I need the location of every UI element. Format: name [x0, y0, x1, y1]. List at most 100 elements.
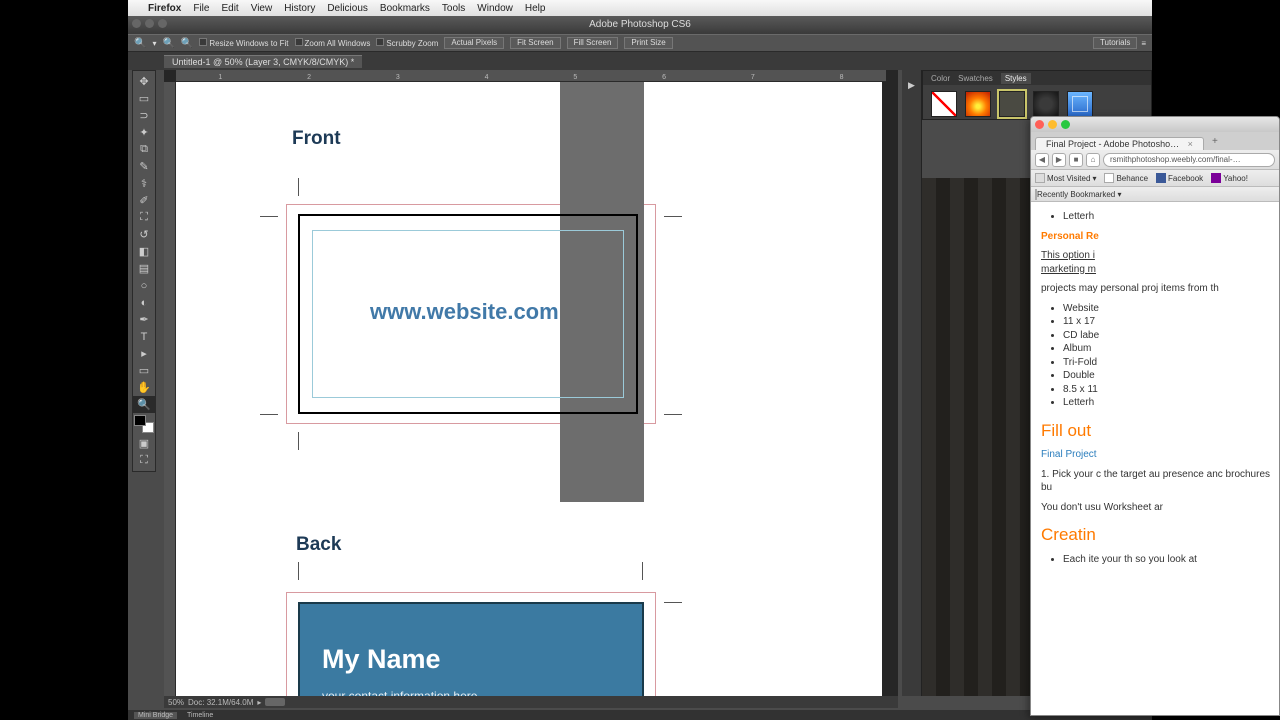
- menu-view[interactable]: View: [251, 3, 273, 14]
- path-select-tool-icon[interactable]: ▸: [133, 345, 155, 362]
- document-tab[interactable]: Untitled-1 @ 50% (Layer 3, CMYK/8/CMYK) …: [164, 55, 362, 68]
- expand-panel-icon[interactable]: ▶: [902, 80, 921, 91]
- crop-tool-icon[interactable]: ⧉: [133, 141, 155, 158]
- personal-heading: Personal Re: [1041, 231, 1099, 242]
- window-title: Adobe Photoshop CS6: [589, 19, 691, 30]
- screenmode-icon[interactable]: ⛶: [133, 452, 155, 469]
- wand-tool-icon[interactable]: ✦: [133, 124, 155, 141]
- color-swatches[interactable]: [134, 415, 154, 433]
- zoom-in-icon[interactable]: 🔍: [162, 38, 174, 49]
- bookmark-most-visited[interactable]: Most Visited ▾: [1035, 173, 1096, 183]
- tab-color[interactable]: Color: [931, 74, 950, 83]
- minimize-icon[interactable]: [145, 19, 154, 28]
- bookmark-yahoo[interactable]: Yahoo!: [1211, 173, 1248, 183]
- bookmark-behance[interactable]: Behance: [1104, 173, 1148, 183]
- style-fire[interactable]: [965, 91, 991, 117]
- zoom-all-checkbox[interactable]: [295, 38, 303, 46]
- quickmask-icon[interactable]: ▣: [133, 435, 155, 452]
- mini-bridge-tab[interactable]: Mini Bridge: [134, 712, 177, 719]
- foreground-color-swatch[interactable]: [134, 415, 146, 426]
- options-menu-icon[interactable]: ≡: [1141, 39, 1146, 48]
- resize-windows-checkbox[interactable]: [199, 38, 207, 46]
- menu-bookmarks[interactable]: Bookmarks: [380, 3, 430, 14]
- lasso-tool-icon[interactable]: ⊃: [133, 107, 155, 124]
- style-vignette[interactable]: [1033, 91, 1059, 117]
- bookmarks-toolbar-2: Recently Bookmarked ▾: [1031, 187, 1279, 202]
- history-brush-tool-icon[interactable]: ↺: [133, 226, 155, 243]
- tab-title: Final Project - Adobe Photosho…: [1046, 139, 1179, 149]
- back-button[interactable]: ◀: [1035, 153, 1049, 167]
- hand-tool-icon[interactable]: ✋: [133, 379, 155, 396]
- body-text: 1. Pick your c the target au presence an…: [1041, 468, 1279, 495]
- shape-tool-icon[interactable]: ▭: [133, 362, 155, 379]
- menu-file[interactable]: File: [193, 3, 209, 14]
- menu-help[interactable]: Help: [525, 3, 546, 14]
- style-selected[interactable]: [999, 91, 1025, 117]
- forward-button[interactable]: ▶: [1052, 153, 1066, 167]
- ruler-mark: 1: [218, 74, 222, 81]
- style-sky[interactable]: [1067, 91, 1093, 117]
- new-tab-button[interactable]: +: [1208, 136, 1222, 150]
- fill-screen-button[interactable]: Fill Screen: [567, 37, 619, 49]
- canvas-area[interactable]: Front Back www.website.com: [176, 82, 886, 696]
- zoom-level[interactable]: 50%: [168, 698, 184, 707]
- marquee-tool-icon[interactable]: ▭: [133, 90, 155, 107]
- scrubby-checkbox[interactable]: [376, 38, 384, 46]
- url-input[interactable]: rsmithphotoshop.weebly.com/final-…: [1103, 153, 1275, 167]
- menu-tools[interactable]: Tools: [442, 3, 465, 14]
- canvas-wrapper: 1 2 3 4 5 6 7 8 Front Back: [164, 70, 898, 696]
- zoom-tool-icon[interactable]: 🔍: [134, 38, 146, 49]
- close-icon[interactable]: [1035, 120, 1044, 129]
- eraser-tool-icon[interactable]: ◧: [133, 243, 155, 260]
- firefox-page-content[interactable]: Letterh Personal Re This option imarketi…: [1031, 202, 1279, 715]
- creating-heading: Creatin: [1041, 524, 1279, 547]
- timeline-tab[interactable]: Timeline: [187, 712, 213, 719]
- list-item: Letterh: [1063, 210, 1279, 224]
- artboard[interactable]: Front Back www.website.com: [176, 82, 882, 696]
- bookmark-facebook[interactable]: Facebook: [1156, 173, 1203, 183]
- reload-button[interactable]: ■: [1069, 153, 1083, 167]
- back-label: Back: [296, 534, 341, 556]
- dodge-tool-icon[interactable]: ◐: [133, 294, 155, 311]
- doc-size-status: Doc: 32.1M/64.0M: [188, 698, 253, 707]
- minimize-icon[interactable]: [1048, 120, 1057, 129]
- tab-close-icon[interactable]: ×: [1188, 139, 1193, 149]
- zoom-out-icon[interactable]: 🔍: [181, 38, 193, 49]
- active-app-name[interactable]: Firefox: [148, 3, 181, 14]
- close-icon[interactable]: [132, 19, 141, 28]
- h-scroll-thumb[interactable]: [265, 698, 285, 706]
- zoom-icon[interactable]: [158, 19, 167, 28]
- print-size-button[interactable]: Print Size: [624, 37, 672, 49]
- eyedropper-tool-icon[interactable]: ✎: [133, 158, 155, 175]
- tab-styles[interactable]: Styles: [1001, 73, 1031, 84]
- zoom-tool-icon[interactable]: 🔍: [133, 396, 155, 413]
- final-project-link[interactable]: Final Project: [1041, 449, 1097, 460]
- firefox-navbar: ◀ ▶ ■ ⌂ rsmithphotoshop.weebly.com/final…: [1031, 150, 1279, 170]
- brush-tool-icon[interactable]: ✐: [133, 192, 155, 209]
- firefox-window: Final Project - Adobe Photosho… × + ◀ ▶ …: [1030, 116, 1280, 716]
- actual-pixels-button[interactable]: Actual Pixels: [444, 37, 504, 49]
- firefox-tabbar: Final Project - Adobe Photosho… × +: [1031, 132, 1279, 150]
- browser-tab[interactable]: Final Project - Adobe Photosho… ×: [1035, 137, 1204, 150]
- style-none[interactable]: [931, 91, 957, 117]
- firefox-titlebar[interactable]: [1031, 117, 1279, 132]
- menu-edit[interactable]: Edit: [221, 3, 238, 14]
- blur-tool-icon[interactable]: ○: [133, 277, 155, 294]
- zoom-icon[interactable]: [1061, 120, 1070, 129]
- menu-window[interactable]: Window: [477, 3, 513, 14]
- gradient-tool-icon[interactable]: ▤: [133, 260, 155, 277]
- pen-tool-icon[interactable]: ✒: [133, 311, 155, 328]
- fit-screen-button[interactable]: Fit Screen: [510, 37, 560, 49]
- tab-swatches[interactable]: Swatches: [958, 74, 993, 83]
- photoshop-window: Adobe Photoshop CS6 🔍 ▾ 🔍 🔍 Resize Windo…: [128, 16, 1152, 720]
- tutorials-button[interactable]: Tutorials: [1093, 37, 1137, 49]
- list-item: Tri-Fold: [1063, 356, 1279, 370]
- menu-delicious[interactable]: Delicious: [327, 3, 368, 14]
- bookmark-recently[interactable]: Recently Bookmarked ▾: [1035, 190, 1122, 199]
- home-button[interactable]: ⌂: [1086, 153, 1100, 167]
- menu-history[interactable]: History: [284, 3, 315, 14]
- healing-tool-icon[interactable]: ⚕: [133, 175, 155, 192]
- stamp-tool-icon[interactable]: ⛶: [133, 209, 155, 226]
- type-tool-icon[interactable]: T: [133, 328, 155, 345]
- move-tool-icon[interactable]: ✥: [133, 73, 155, 90]
